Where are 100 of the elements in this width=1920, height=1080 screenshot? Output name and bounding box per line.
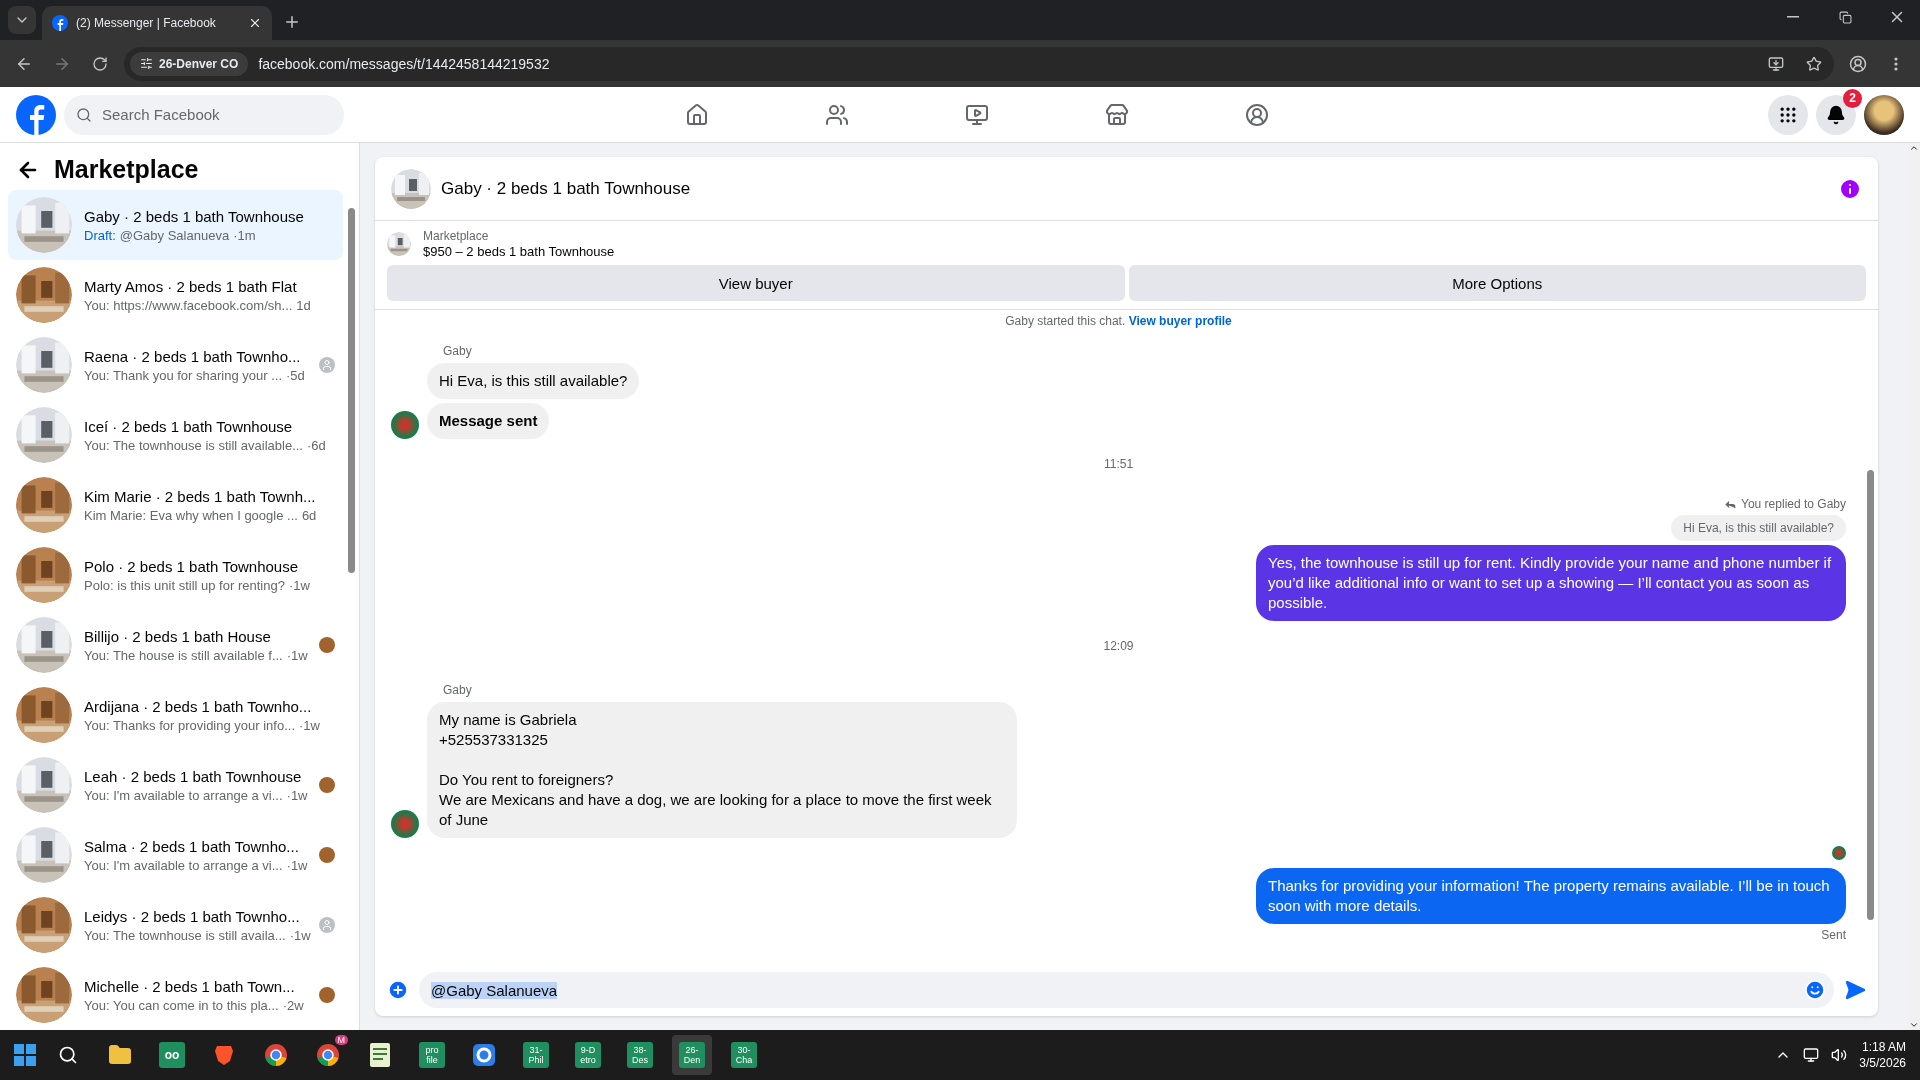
search-icon: [76, 106, 92, 123]
chat-scrollbar[interactable]: [1867, 470, 1874, 920]
message-time: ·2w: [282, 997, 304, 1013]
plus-icon: [283, 13, 301, 31]
message-preview: Kim Marie: Eva why when I google ...: [84, 507, 298, 523]
message-time: ·1w: [288, 577, 310, 593]
scroll-down-icon[interactable]: [1909, 1020, 1919, 1030]
menu-grid-button[interactable]: [1768, 94, 1808, 135]
scroll-up-icon[interactable]: [1909, 143, 1919, 153]
conversation-item[interactable]: Leidys · 2 beds 1 bath Townho... You: The townhouse is still availa... ·1w: [8, 890, 343, 960]
seen-avatar: [319, 637, 335, 653]
conversation-item[interactable]: Iceí · 2 beds 1 bath Townhouse You: The townhouse is still available... ·6d: [8, 400, 343, 470]
notification-badge: 2: [1843, 88, 1862, 108]
sender-name: Gaby: [443, 344, 473, 359]
browser-tab[interactable]: (2) Messenger | Facebook: [42, 6, 272, 40]
conversation-item[interactable]: Kim Marie · 2 beds 1 bath Townh... Kim Marie: Eva why when I google ... 6d: [8, 470, 343, 540]
seen-avatar: [319, 777, 335, 793]
restore-icon: [1838, 10, 1852, 24]
search-box[interactable]: Search Facebook: [64, 94, 344, 135]
conversation-item[interactable]: Billijo · 2 beds 1 bath House You: The house is still available f... ·1w: [8, 610, 343, 680]
notepad-icon: [370, 1043, 390, 1067]
conversation-item[interactable]: Gaby · 2 beds 1 bath Townhouse Draft: @Gaby Salanueva ·1m: [8, 190, 343, 260]
facebook-logo[interactable]: [16, 94, 56, 135]
app-tile: pro file: [419, 1042, 445, 1068]
site-info-chip[interactable]: 26-Denver CO: [130, 51, 249, 76]
taskbar-clock[interactable]: 1:18 AM 3/5/2026: [1859, 1040, 1906, 1070]
conversation-name: Polo · 2 beds 1 bath Townhouse: [84, 557, 300, 575]
conversation-item[interactable]: Michelle · 2 beds 1 bath Town... You: You can come in to this pla... ·2w: [8, 960, 343, 1030]
taskbar-button[interactable]: 30- Cha: [724, 1035, 764, 1075]
sidebar-title: Marketplace: [54, 155, 199, 184]
seen-avatar: [319, 847, 335, 863]
network-icon[interactable]: [1803, 1047, 1820, 1063]
taskbar-button[interactable]: pro file: [412, 1035, 452, 1075]
message-bubble: Message sent: [427, 403, 550, 439]
message-bubble: My name is Gabriela +525537331325 Do You rent to foreigners? We are Mexicans and have a dog, we are looking for a place to move the first week of June: [427, 702, 1017, 838]
ring-icon: [473, 1044, 495, 1066]
windows-start-icon[interactable]: [14, 1044, 36, 1066]
conversation-item[interactable]: Ardijana · 2 beds 1 bath Townho... You: Thanks for providing your info... ·1w: [8, 680, 343, 750]
conversation-name: Gaby · 2 beds 1 bath Townhouse: [84, 207, 305, 225]
notifications-button[interactable]: [1816, 94, 1856, 135]
taskbar-button[interactable]: oo: [152, 1035, 192, 1075]
message-bubble: Hi Eva, is this still available?: [427, 363, 640, 399]
bell-icon: [1826, 104, 1846, 125]
taskbar-button[interactable]: 38- Des: [620, 1035, 660, 1075]
conversation-name: Raena · 2 beds 1 bath Townho...: [84, 347, 302, 365]
taskbar-button[interactable]: 9-D etro: [568, 1035, 608, 1075]
sender-avatar[interactable]: [391, 810, 419, 838]
view-profile-link[interactable]: View buyer profile: [1128, 314, 1232, 328]
people-icon: [825, 102, 849, 127]
message-time: 1d: [296, 297, 311, 313]
sender-avatar[interactable]: [391, 411, 419, 439]
star-icon: [1806, 55, 1822, 72]
send-icon[interactable]: [1844, 979, 1866, 1001]
app-tile: 38- Des: [627, 1042, 653, 1068]
conversation-name: Salma · 2 beds 1 bath Townho...: [84, 837, 300, 855]
monitor-download-icon: [1768, 55, 1784, 72]
close-tab-icon[interactable]: [248, 16, 262, 30]
tab-list-button[interactable]: [8, 6, 36, 34]
message-time: ·1w: [289, 927, 311, 943]
app-tile: oo: [159, 1042, 185, 1068]
message-bubble: Yes, the townhouse is still up for rent. Kindly provide your name and phone number if you’d like additional info or want to set up a showing — I’ll contact you as soon as possible.: [1256, 545, 1846, 621]
sent-status: Sent: [1821, 928, 1846, 943]
conversation-name: Billijo · 2 beds 1 bath House: [84, 627, 272, 645]
taskbar-button[interactable]: 26- Den: [672, 1035, 712, 1075]
listing-source: Marketplace: [423, 229, 490, 244]
message-time: ·1w: [286, 857, 308, 873]
conversation-name: Leah · 2 beds 1 bath Townhouse: [84, 767, 303, 785]
conversation-item[interactable]: Salma · 2 beds 1 bath Townho... You: I'm available to arrange a vi... ·1w: [8, 820, 343, 890]
taskbar-button[interactable]: 31- Phil: [516, 1035, 556, 1075]
app-tile: 30- Cha: [731, 1042, 757, 1068]
conversation-item[interactable]: Marty Amos · 2 beds 1 bath Flat You: https://www.facebook.com/sh... 1d: [8, 260, 343, 330]
store-icon: [1105, 102, 1129, 127]
listing-button[interactable]: More Options: [1128, 265, 1866, 301]
conversation-name: Michelle · 2 beds 1 bath Town...: [84, 977, 296, 995]
quoted-message: Hi Eva, is this still available?: [1671, 515, 1846, 541]
add-icon[interactable]: [387, 979, 409, 1001]
listing-button[interactable]: View buyer: [387, 265, 1125, 301]
conversation-item[interactable]: Polo · 2 beds 1 bath Townhouse Polo: is this unit still up for renting? ·1w: [8, 540, 343, 610]
conversation-name: Kim Marie · 2 beds 1 bath Townh...: [84, 487, 317, 505]
scrollbar[interactable]: [348, 208, 355, 573]
search-field[interactable]: Search Facebook: [100, 105, 320, 124]
emoji-icon[interactable]: [1804, 979, 1826, 1001]
conversation-item[interactable]: Leah · 2 beds 1 bath Townhouse You: I'm available to arrange a vi... ·1w: [8, 750, 343, 820]
message-preview: You: The townhouse is still availa...: [84, 927, 286, 943]
timestamp: 12:09: [1103, 639, 1134, 653]
conversation-item[interactable]: Raena · 2 beds 1 bath Townho... You: Thank you for sharing your ... ·5d: [8, 330, 343, 400]
message-preview: You: https://www.facebook.com/sh...: [84, 297, 293, 313]
message-time: ·1w: [286, 647, 308, 663]
minimize-icon: [1787, 16, 1799, 18]
message-time: ·6d: [306, 437, 326, 453]
message-field[interactable]: @Gaby Salanueva: [419, 972, 1834, 1008]
volume-icon[interactable]: [1831, 1047, 1848, 1063]
person-circle-icon: [1245, 102, 1269, 127]
reload-icon: [92, 55, 108, 72]
sliders-icon: [140, 57, 153, 70]
tab-title: (2) Messenger | Facebook: [76, 16, 217, 30]
address-text[interactable]: facebook.com/messages/t/1442458144219532: [258, 55, 1752, 72]
taskbar-button[interactable]: M: [308, 1035, 348, 1075]
folder-icon: [108, 1043, 132, 1067]
account-avatar[interactable]: [1864, 94, 1904, 135]
